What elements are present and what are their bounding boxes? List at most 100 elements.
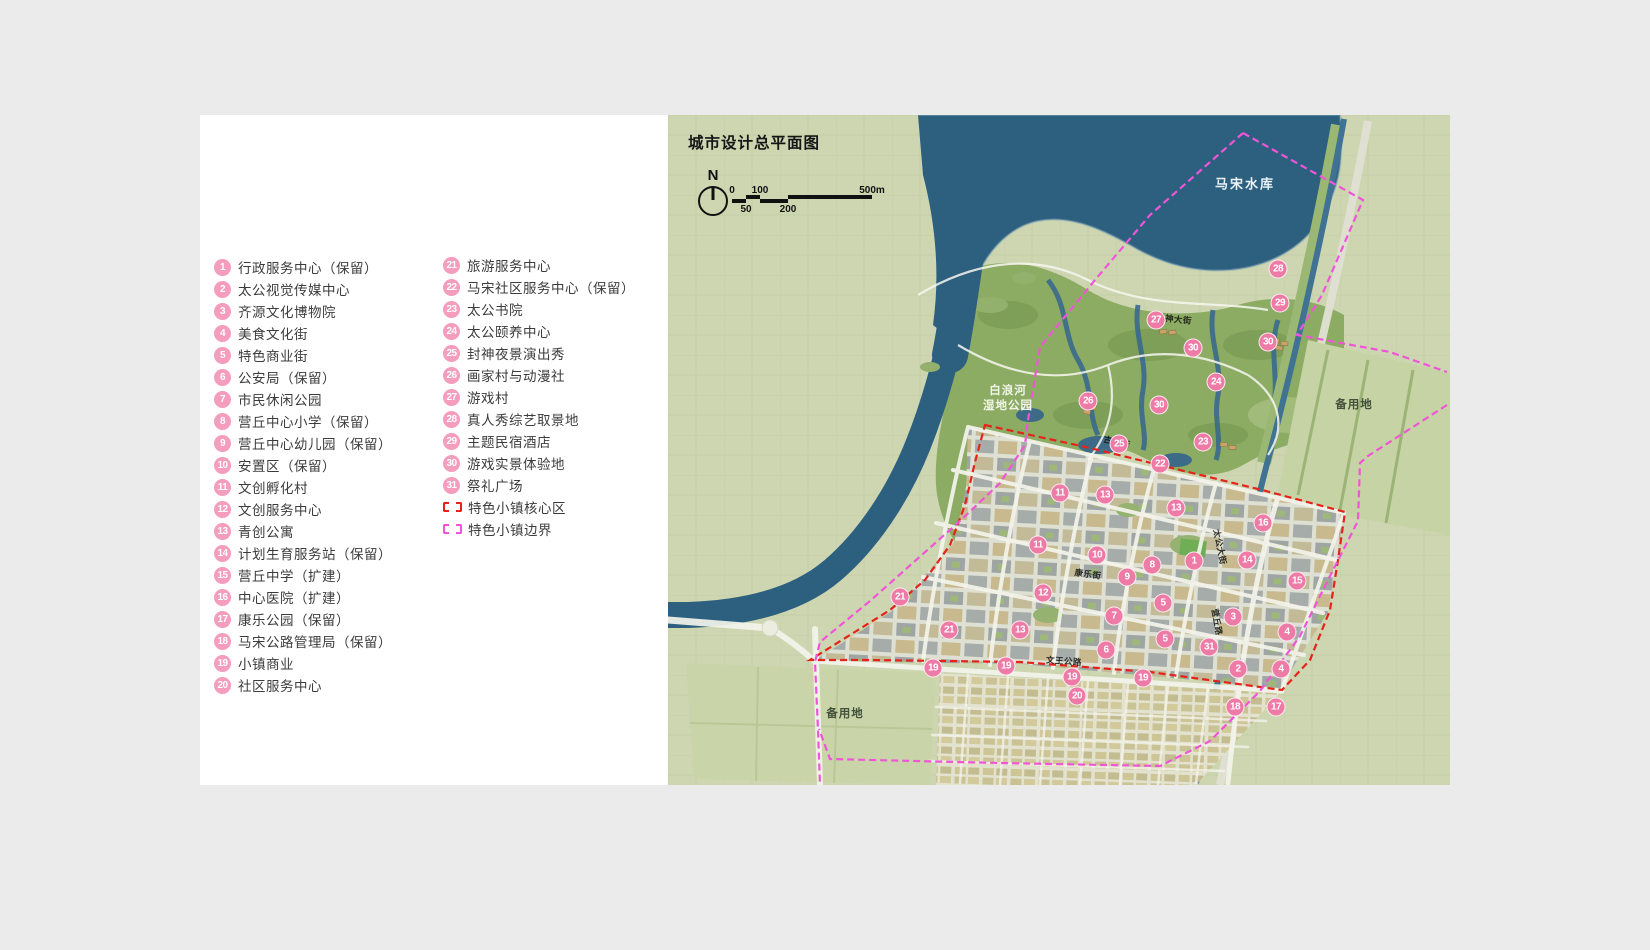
legend-item-7: 7市民休闲公园 [214, 388, 392, 410]
map-marker-25: 25 [1110, 435, 1129, 454]
map-marker-22: 22 [1151, 455, 1170, 474]
legend-item-number: 23 [443, 301, 460, 318]
legend-item-label: 文创服务中心 [238, 499, 322, 519]
legend-item-label: 安置区（保留） [238, 455, 336, 475]
legend-item-label: 马宋社区服务中心（保留） [467, 277, 635, 297]
map-marker-21: 21 [891, 588, 910, 607]
legend-item-number: 3 [214, 303, 231, 320]
legend-item-number: 5 [214, 347, 231, 364]
legend-item-number: 4 [214, 325, 231, 342]
map-markers-layer: 1234455678910111112131313141516171819191… [668, 115, 1450, 785]
legend-item-26: 26画家村与动漫社 [443, 364, 635, 386]
legend-item-number: 9 [214, 435, 231, 452]
map-marker-4: 4 [1272, 660, 1291, 679]
legend-item-number: 27 [443, 389, 460, 406]
legend-item-label: 特色商业街 [238, 345, 308, 365]
legend-item-6: 6 公安局（保留） [214, 366, 392, 388]
map-panel: 城市设计总平面图 N 0100500m50200 马宋水库白浪河湿地公园备用地备… [668, 115, 1450, 785]
legend-item-label: 太公书院 [467, 299, 523, 319]
map-marker-3: 3 [1224, 608, 1243, 627]
map-marker-19: 19 [924, 659, 943, 678]
map-marker-19: 19 [1063, 668, 1082, 687]
map-marker-2: 2 [1229, 660, 1248, 679]
legend-item-number: 13 [214, 523, 231, 540]
map-marker-4: 4 [1278, 623, 1297, 642]
legend-item-5: 5 特色商业街 [214, 344, 392, 366]
legend-item-14: 14计划生育服务站（保留） [214, 542, 392, 564]
legend-item-25: 25封神夜景演出秀 [443, 342, 635, 364]
legend-item-13: 13青创公寓 [214, 520, 392, 542]
legend-item-number: 21 [443, 257, 460, 274]
magenta-dashed-swatch [443, 524, 462, 534]
legend-item-29: 29主题民宿酒店 [443, 430, 635, 452]
map-marker-6: 6 [1097, 641, 1116, 660]
legend-item-number: 24 [443, 323, 460, 340]
map-marker-13: 13 [1096, 486, 1115, 505]
legend-item-3: 3 齐源文化博物院 [214, 300, 392, 322]
legend-item-30: 30游戏实景体验地 [443, 452, 635, 474]
legend-item-10: 10安置区（保留） [214, 454, 392, 476]
legend-item-1: 1行政服务中心（保留） [214, 256, 392, 278]
legend-item-label: 文创孵化村 [238, 477, 308, 497]
legend-item-label: 游戏实景体验地 [467, 453, 565, 473]
legend-item-16: 16中心医院（扩建） [214, 586, 392, 608]
legend-item-number: 12 [214, 501, 231, 518]
map-marker-30: 30 [1259, 333, 1278, 352]
legend-item-number: 2 [214, 281, 231, 298]
legend-item-number: 15 [214, 567, 231, 584]
legend-panel: 1行政服务中心（保留）2太公视觉传媒中心3齐源文化博物院4美食文化街5特色商业街… [200, 115, 668, 785]
map-marker-27: 27 [1147, 311, 1166, 330]
legend-boundary-item: 特色小镇边界 [443, 518, 635, 540]
legend-item-label: 计划生育服务站（保留） [238, 543, 392, 563]
legend-item-label: 封神夜景演出秀 [467, 343, 565, 363]
legend-item-label: 市民休闲公园 [238, 389, 322, 409]
legend-column-2: 21 旅游服务中心22马宋社区服务中心（保留） 23 太公书院 24 太公颐养中心25封神… [443, 254, 635, 540]
screenshot-root: 1行政服务中心（保留）2太公视觉传媒中心3齐源文化博物院4美食文化街5特色商业街… [0, 0, 1650, 950]
legend-item-27: 27游戏村 [443, 386, 635, 408]
legend-item-number: 11 [214, 479, 231, 496]
legend-item-label: 太公颐养中心 [467, 321, 551, 341]
map-marker-26: 26 [1079, 392, 1098, 411]
legend-item-number: 6 [214, 369, 231, 386]
map-marker-1: 1 [1185, 552, 1204, 571]
map-marker-18: 18 [1226, 698, 1245, 717]
legend-item-number: 19 [214, 655, 231, 672]
legend-item-31: 31祭礼广场 [443, 474, 635, 496]
map-marker-30: 30 [1150, 396, 1169, 415]
legend-item-28: 28真人秀综艺取景地 [443, 408, 635, 430]
legend-item-label: 公安局（保留） [238, 367, 336, 387]
map-marker-13: 13 [1167, 499, 1186, 518]
legend-item-label: 马宋公路管理局（保留） [238, 631, 392, 651]
map-marker-16: 16 [1254, 514, 1273, 533]
red-dashed-swatch [443, 502, 462, 512]
legend-item-label: 主题民宿酒店 [467, 431, 551, 451]
legend-column-1: 1行政服务中心（保留）2太公视觉传媒中心3齐源文化博物院4美食文化街5特色商业街… [214, 256, 392, 696]
map-marker-19: 19 [997, 657, 1016, 676]
map-marker-28: 28 [1269, 260, 1288, 279]
legend-item-number: 16 [214, 589, 231, 606]
legend-item-18: 18马宋公路管理局（保留） [214, 630, 392, 652]
legend-item-2: 2太公视觉传媒中心 [214, 278, 392, 300]
legend-item-22: 22马宋社区服务中心（保留） [443, 276, 635, 298]
map-marker-13: 13 [1011, 621, 1030, 640]
map-marker-5: 5 [1156, 630, 1175, 649]
legend-item-23: 23 太公书院 [443, 298, 635, 320]
map-marker-19: 19 [1134, 669, 1153, 688]
legend-item-label: 行政服务中心（保留） [238, 257, 378, 277]
map-marker-12: 12 [1034, 584, 1053, 603]
legend-item-label: 齐源文化博物院 [238, 301, 336, 321]
legend-item-label: 旅游服务中心 [467, 255, 551, 275]
map-marker-8: 8 [1143, 556, 1162, 575]
legend-item-label: 营丘中心幼儿园（保留） [238, 433, 392, 453]
legend-item-label: 小镇商业 [238, 653, 294, 673]
map-marker-31: 31 [1200, 638, 1219, 657]
map-marker-21: 21 [940, 621, 959, 640]
map-marker-30: 30 [1184, 339, 1203, 358]
legend-item-label: 康乐公园（保留） [238, 609, 350, 629]
legend-item-21: 21 旅游服务中心 [443, 254, 635, 276]
legend-item-20: 20社区服务中心 [214, 674, 392, 696]
legend-item-label: 社区服务中心 [238, 675, 322, 695]
map-marker-14: 14 [1238, 551, 1257, 570]
legend-item-12: 12 文创服务中心 [214, 498, 392, 520]
map-marker-7: 7 [1105, 607, 1124, 626]
